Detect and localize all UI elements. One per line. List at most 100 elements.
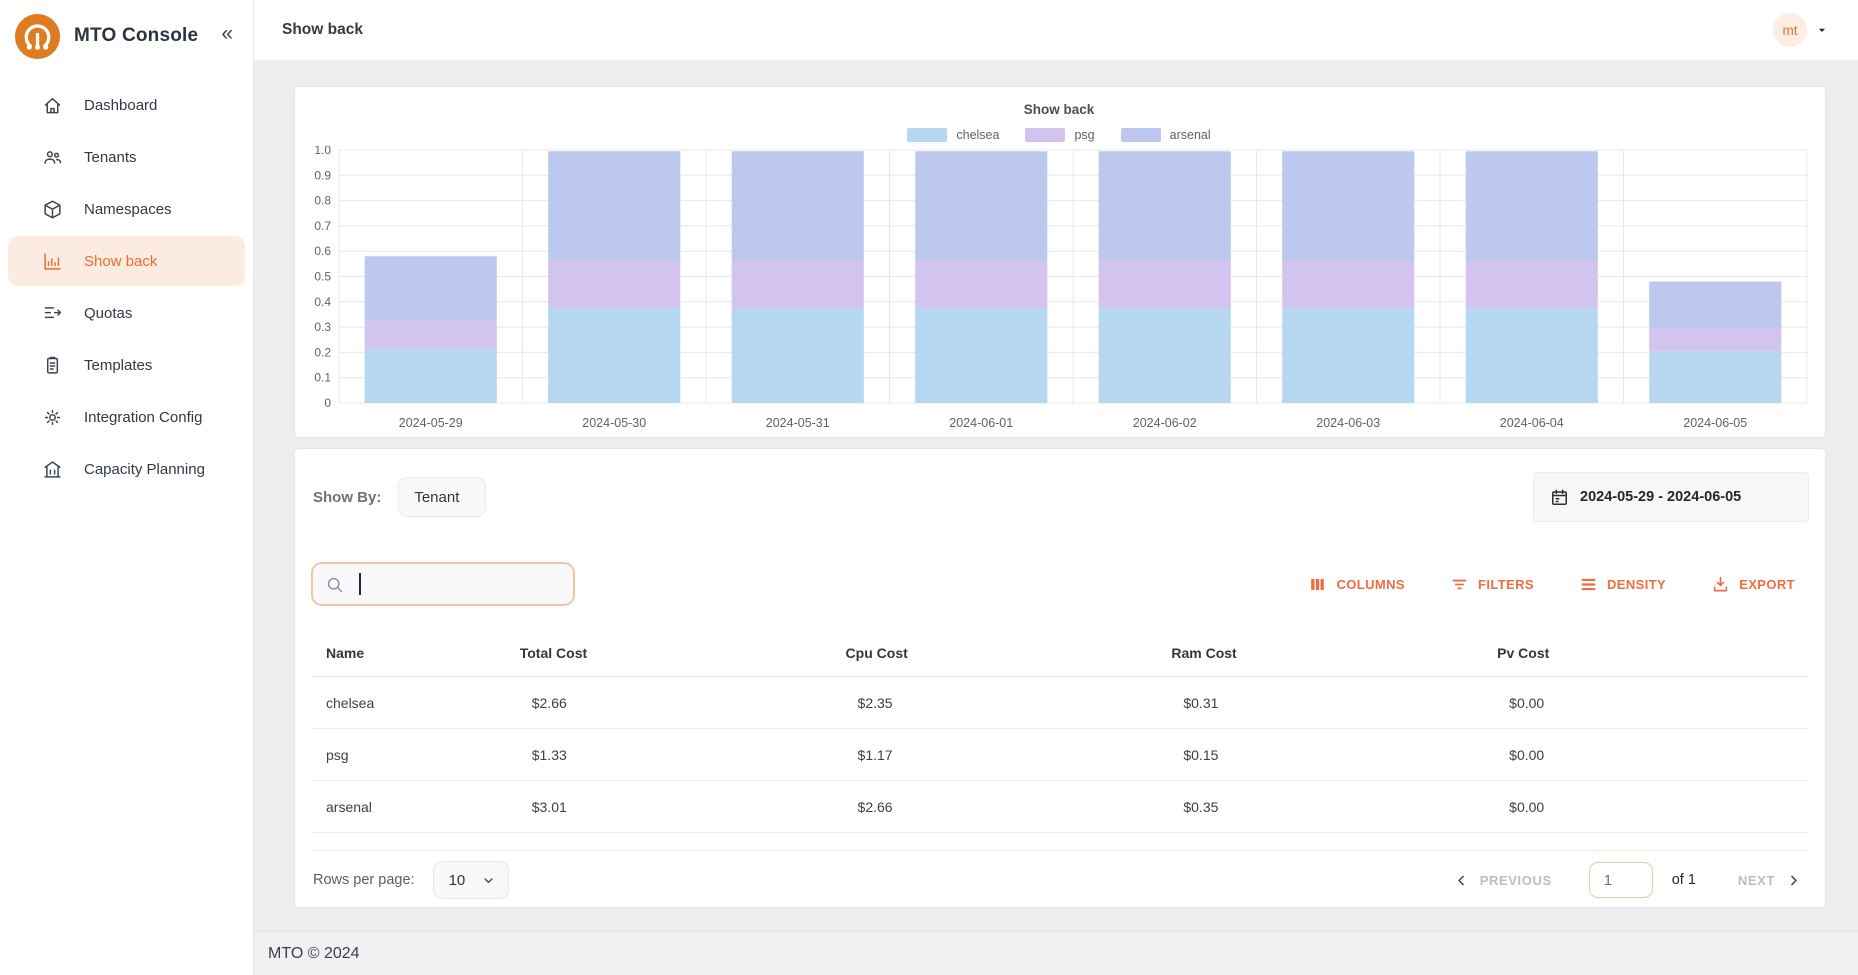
user-menu[interactable]: mt bbox=[1773, 13, 1828, 47]
column-header-pv-cost[interactable]: Pv Cost bbox=[1483, 645, 1809, 661]
table-cell: $2.66 bbox=[832, 799, 1158, 815]
bar-group-2024-06-01[interactable] bbox=[915, 151, 1047, 403]
date-range-picker[interactable]: 2024-05-29 - 2024-06-05 bbox=[1533, 472, 1809, 522]
bar-segment-psg[interactable] bbox=[548, 260, 680, 308]
table-row-arsenal[interactable]: arsenal$3.01$2.66$0.35$0.00 bbox=[311, 781, 1809, 833]
bar-segment-chelsea[interactable] bbox=[1649, 351, 1781, 403]
filters-button[interactable]: FILTERS bbox=[1450, 575, 1534, 594]
search-toolbar-row: COLUMNS FILTERS DENSITY EXPORT bbox=[311, 561, 1809, 607]
main-area: Show back mt Show back chelsea psg arsenal… bbox=[254, 0, 1858, 975]
bar-segment-psg[interactable] bbox=[732, 260, 864, 308]
bar-segment-arsenal[interactable] bbox=[1649, 282, 1781, 329]
column-header-cpu-cost[interactable]: Cpu Cost bbox=[832, 645, 1158, 661]
table-row-chelsea[interactable]: chelsea$2.66$2.35$0.31$0.00 bbox=[311, 677, 1809, 729]
rows-per-page-select[interactable]: 10 bbox=[433, 861, 509, 899]
search-input[interactable] bbox=[363, 576, 564, 593]
bar-group-2024-06-04[interactable] bbox=[1466, 151, 1598, 403]
bar-segment-chelsea[interactable] bbox=[915, 308, 1047, 403]
sidebar-item-label: Quotas bbox=[84, 305, 132, 322]
bar-segment-chelsea[interactable] bbox=[365, 349, 497, 403]
sidebar-item-namespaces[interactable]: Namespaces bbox=[8, 184, 245, 234]
y-axis-tick-label: 1.0 bbox=[314, 146, 331, 157]
export-button[interactable]: EXPORT bbox=[1711, 575, 1795, 594]
bar-segment-chelsea[interactable] bbox=[1282, 308, 1414, 403]
table-row-psg[interactable]: psg$1.33$1.17$0.15$0.00 bbox=[311, 729, 1809, 781]
sidebar-item-integration-config[interactable]: Integration Config bbox=[8, 392, 245, 442]
bar-group-2024-06-03[interactable] bbox=[1282, 151, 1414, 403]
sidebar-item-templates[interactable]: Templates bbox=[8, 340, 245, 390]
rows-per-page-group: Rows per page: 10 bbox=[311, 861, 509, 899]
bar-segment-psg[interactable] bbox=[1466, 260, 1598, 308]
bar-segment-arsenal[interactable] bbox=[915, 151, 1047, 260]
bar-segment-arsenal[interactable] bbox=[365, 256, 497, 321]
sidebar-item-dashboard[interactable]: Dashboard bbox=[8, 80, 245, 130]
sidebar-item-quotas[interactable]: Quotas bbox=[8, 288, 245, 338]
toolbar-button-label: FILTERS bbox=[1478, 577, 1534, 592]
bar-segment-arsenal[interactable] bbox=[1282, 151, 1414, 260]
bar-group-2024-05-29[interactable] bbox=[365, 256, 497, 403]
sidebar-item-label: Dashboard bbox=[84, 97, 157, 114]
chart-legend: chelsea psg arsenal bbox=[305, 128, 1813, 142]
y-axis-tick-label: 0.1 bbox=[314, 371, 331, 385]
bar-segment-arsenal[interactable] bbox=[1099, 151, 1231, 260]
bar-segment-psg[interactable] bbox=[915, 260, 1047, 308]
y-axis-tick-label: 0.7 bbox=[314, 219, 331, 233]
legend-label: psg bbox=[1074, 128, 1094, 142]
y-axis-tick-label: 0.9 bbox=[314, 168, 331, 182]
table-cell: $2.35 bbox=[832, 695, 1158, 711]
clipboard-icon bbox=[42, 355, 63, 376]
sidebar-item-capacity-planning[interactable]: Capacity Planning bbox=[8, 444, 245, 494]
bar-group-2024-06-05[interactable] bbox=[1649, 282, 1781, 403]
legend-swatch-icon bbox=[1121, 128, 1161, 142]
bar-segment-psg[interactable] bbox=[1649, 328, 1781, 351]
sidebar-item-label: Capacity Planning bbox=[84, 461, 205, 478]
bar-segment-arsenal[interactable] bbox=[732, 151, 864, 260]
bar-segment-chelsea[interactable] bbox=[732, 308, 864, 403]
x-axis-label: 2024-05-29 bbox=[399, 416, 463, 430]
chart-icon bbox=[42, 251, 63, 272]
showby-label: Show By: bbox=[313, 489, 381, 506]
table-cell: $0.15 bbox=[1157, 747, 1483, 763]
legend-swatch-icon bbox=[907, 128, 947, 142]
showby-select[interactable]: Tenant bbox=[398, 477, 486, 517]
bar-group-2024-06-02[interactable] bbox=[1099, 151, 1231, 403]
caret-down-icon[interactable] bbox=[1816, 24, 1828, 36]
bar-segment-psg[interactable] bbox=[1282, 260, 1414, 308]
table-cell: arsenal bbox=[311, 799, 506, 815]
column-header-ram-cost[interactable]: Ram Cost bbox=[1157, 645, 1483, 661]
bar-group-2024-05-31[interactable] bbox=[732, 151, 864, 403]
column-header-total-cost[interactable]: Total Cost bbox=[506, 645, 832, 661]
columns-icon bbox=[1308, 575, 1327, 594]
next-page-button[interactable]: NEXT bbox=[1738, 873, 1801, 888]
bar-segment-psg[interactable] bbox=[365, 321, 497, 349]
sidebar-item-tenants[interactable]: Tenants bbox=[8, 132, 245, 182]
legend-item-psg[interactable]: psg bbox=[1025, 128, 1094, 142]
sidebar-item-show-back[interactable]: Show back bbox=[8, 236, 245, 286]
bar-segment-psg[interactable] bbox=[1099, 260, 1231, 308]
bar-segment-chelsea[interactable] bbox=[1099, 308, 1231, 403]
brand-name: MTO Console bbox=[74, 25, 221, 47]
legend-item-arsenal[interactable]: arsenal bbox=[1121, 128, 1211, 142]
collapse-sidebar-icon[interactable]: « bbox=[221, 22, 241, 50]
columns-button[interactable]: COLUMNS bbox=[1308, 575, 1405, 594]
search-box[interactable] bbox=[311, 562, 575, 606]
y-axis-tick-label: 0.8 bbox=[314, 194, 331, 208]
topbar: Show back mt bbox=[254, 0, 1858, 60]
page-number-input[interactable] bbox=[1589, 862, 1653, 898]
search-icon bbox=[325, 575, 344, 594]
avatar[interactable]: mt bbox=[1773, 13, 1807, 47]
page-title: Show back bbox=[282, 21, 363, 39]
bar-group-2024-05-30[interactable] bbox=[548, 151, 680, 403]
column-header-name[interactable]: Name bbox=[311, 645, 506, 661]
density-button[interactable]: DENSITY bbox=[1579, 575, 1666, 594]
bar-segment-chelsea[interactable] bbox=[548, 308, 680, 403]
quota-icon bbox=[42, 303, 63, 324]
cost-table: NameTotal CostCpu CostRam CostPv Cost ch… bbox=[311, 629, 1809, 833]
previous-page-button[interactable]: PREVIOUS bbox=[1454, 873, 1552, 888]
legend-item-chelsea[interactable]: chelsea bbox=[907, 128, 999, 142]
bar-segment-arsenal[interactable] bbox=[548, 151, 680, 260]
bar-segment-arsenal[interactable] bbox=[1466, 151, 1598, 260]
bar-segment-chelsea[interactable] bbox=[1466, 308, 1598, 403]
date-range-value: 2024-05-29 - 2024-06-05 bbox=[1580, 489, 1741, 505]
y-axis-tick-label: 0.3 bbox=[314, 320, 331, 334]
